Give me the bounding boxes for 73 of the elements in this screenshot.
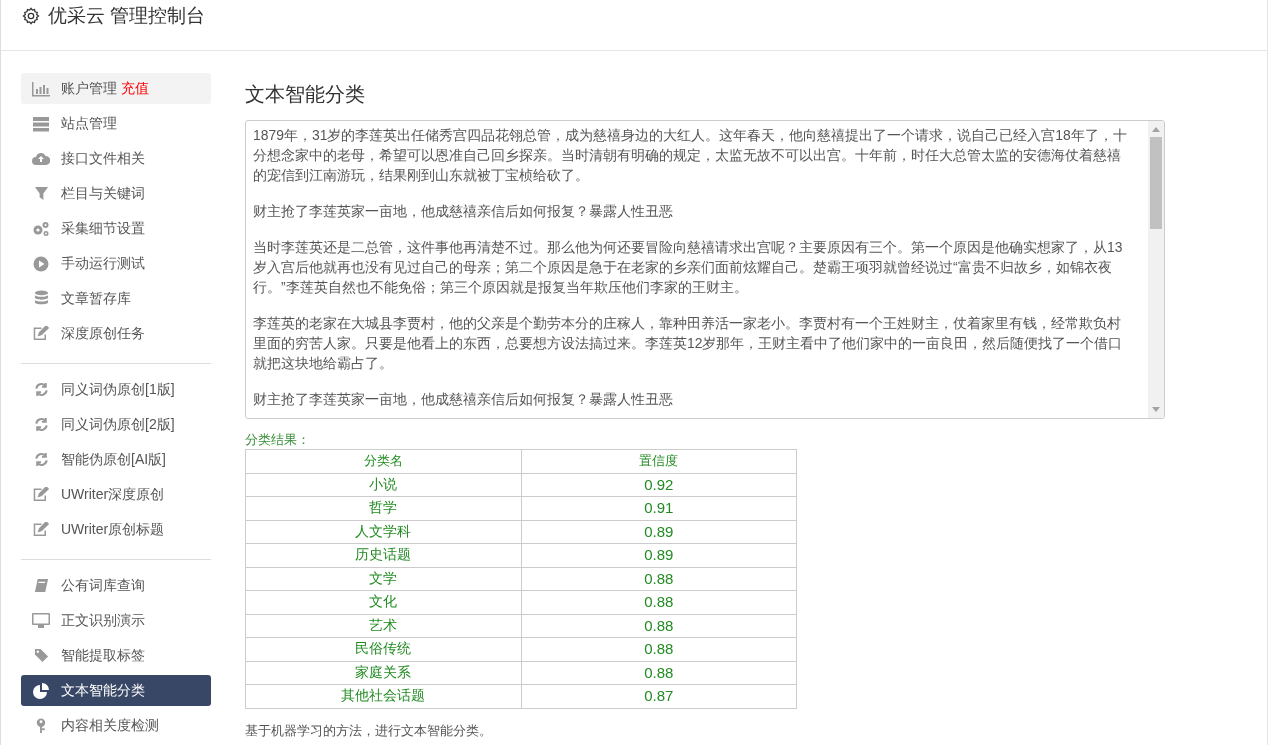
- sidebar-item[interactable]: 接口文件相关: [21, 143, 211, 174]
- sidebar-item[interactable]: 栏目与关键词: [21, 178, 211, 209]
- edit-icon: [32, 487, 50, 502]
- scroll-down-arrow-icon[interactable]: [1152, 407, 1160, 413]
- table-cell: 0.89: [521, 543, 797, 567]
- table-cell: 文学: [245, 567, 521, 591]
- table-cell: 小说: [245, 473, 521, 497]
- monitor-icon: [32, 612, 50, 629]
- table-cell: 文化: [245, 590, 521, 614]
- cloud-upload-icon: [32, 151, 50, 166]
- table-cell: 民俗传统: [245, 637, 521, 661]
- filter-icon: [33, 186, 49, 201]
- sidebar-item[interactable]: 文本智能分类: [21, 675, 211, 706]
- text-paragraph: 当时李莲英还是二总管，这件事他再清楚不过。那么他为何还要冒险向慈禧请求出宫呢？主要原因有三个。第一个原因是他确实想家了，从13岁入宫后他就再也没有见过自己的母亲；第二个原因是急于在老家的乡亲们面前炫耀自己。楚霸王项羽就曾经说过“富贵不归故乡，如锦衣夜行。”李莲英自然也不能免俗；第三个原因就是报复当年欺压他们李家的王财主。: [253, 238, 1124, 297]
- table-cell: 历史话题: [245, 543, 521, 567]
- book-icon: [33, 578, 49, 593]
- sidebar-item[interactable]: 正文识别演示: [21, 605, 211, 636]
- table-cell: 其他社会话题: [245, 684, 521, 708]
- sidebar-item[interactable]: 文章暂存库: [21, 283, 211, 314]
- scrollbar-thumb[interactable]: [1150, 137, 1162, 229]
- table-cell: 0.88: [521, 614, 797, 638]
- column-header: 分类名: [245, 449, 521, 473]
- key-icon: [36, 718, 46, 733]
- table-cell: 0.91: [521, 496, 797, 520]
- refresh-icon: [33, 417, 49, 432]
- sidebar-item[interactable]: 站点管理: [21, 108, 211, 139]
- scroll-up-arrow-icon[interactable]: [1152, 126, 1160, 132]
- refresh-icon: [33, 382, 49, 397]
- sidebar-item[interactable]: UWriter原创标题: [21, 514, 211, 545]
- description-text: 基于机器学习的方法，进行文本智能分类。: [245, 721, 493, 740]
- page-heading: 文本智能分类: [245, 82, 366, 107]
- sidebar-item[interactable]: 智能提取标签: [21, 640, 211, 671]
- sidebar-item[interactable]: 同义词伪原创[1版]: [21, 374, 211, 405]
- gears-icon: [32, 220, 50, 237]
- table-cell: 0.87: [521, 684, 797, 708]
- table-cell: 0.89: [521, 520, 797, 544]
- table-cell: 0.88: [521, 567, 797, 591]
- table-cell: 家庭关系: [245, 661, 521, 685]
- table-cell: 哲学: [245, 496, 521, 520]
- sidebar-item[interactable]: 采集细节设置: [21, 213, 211, 244]
- pie-chart-icon: [33, 682, 49, 699]
- table-cell: 0.92: [521, 473, 797, 497]
- scrollbar[interactable]: [1148, 121, 1164, 418]
- sidebar-item[interactable]: 深度原创任务: [21, 318, 211, 349]
- console-title: 优采云 管理控制台: [48, 4, 206, 28]
- table-cell: 0.88: [521, 661, 797, 685]
- table-cell: 0.88: [521, 637, 797, 661]
- sidebar-item[interactable]: 内容相关度检测: [21, 710, 211, 741]
- text-paragraph: 财主抢了李莲英家一亩地，他成慈禧亲信后如何报复？暴露人性丑恶: [253, 202, 674, 221]
- edit-icon: [32, 326, 50, 341]
- settings-icon: [22, 7, 40, 25]
- database-icon: [33, 290, 49, 307]
- table-cell: 人文学科: [245, 520, 521, 544]
- text-input-area[interactable]: [245, 120, 1165, 419]
- server-icon: [32, 115, 50, 132]
- text-paragraph: 李莲英的老家在大城县李贾村，他的父亲是个勤劳本分的庄稼人，靠种田养活一家老小。李贾村有一个王姓财主，仗着家里有钱，经常欺负村里面的穷苦人家。只要是他看上的东西，总要想方设法搞过来。李莲英12岁那年，王财主看中了他们家中的一亩良田，然后随便找了一个借口就把这块地给霸占了。: [253, 314, 1124, 373]
- refresh-icon: [33, 452, 49, 467]
- sidebar-item[interactable]: 手动运行测试: [21, 248, 211, 279]
- text-paragraph: 1879年，31岁的李莲英出任储秀宫四品花翎总管，成为慈禧身边的大红人。这年春天，他向慈禧提出了一个请求，说自己已经入宫18年了，十分想念家中的老母，希望可以恩准自己回乡探亲。当时清朝有明确的规定，太监无故不可以出宫。十年前，时任大总管太监的安德海仗着慈禧的宠信到江南游玩，结果刚到山东就被丁宝桢给砍了。: [253, 126, 1128, 185]
- sidebar-item[interactable]: 同义词伪原创[2版]: [21, 409, 211, 440]
- result-label: 分类结果：: [245, 431, 311, 449]
- sidebar-item[interactable]: 公有词库查询: [21, 570, 211, 601]
- sidebar-item[interactable]: UWriter深度原创: [21, 479, 211, 510]
- table-cell: 艺术: [245, 614, 521, 638]
- bar-chart-icon: [32, 80, 50, 97]
- tag-icon: [33, 648, 49, 663]
- column-header: 置信度: [521, 449, 797, 473]
- play-icon: [33, 255, 49, 272]
- sidebar-item[interactable]: 账户管理 充值: [21, 73, 211, 104]
- table-cell: 0.88: [521, 590, 797, 614]
- sidebar-item[interactable]: 智能伪原创[AI版]: [21, 444, 211, 475]
- edit-icon: [32, 522, 50, 537]
- text-paragraph: 财主抢了李莲英家一亩地，他成慈禧亲信后如何报复？暴露人性丑恶: [253, 390, 674, 409]
